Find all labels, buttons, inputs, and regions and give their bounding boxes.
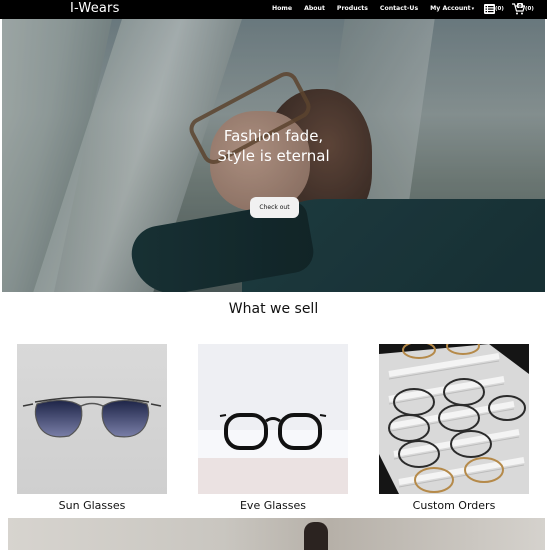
cart-badge: 0: [518, 3, 521, 9]
cart-icon: 0: [512, 3, 525, 15]
product-card-custom-orders[interactable]: Custom Orders: [379, 344, 529, 512]
banner-glasses-frame: [304, 522, 328, 550]
nav-about[interactable]: About: [304, 4, 325, 14]
nav-products[interactable]: Products: [337, 4, 368, 14]
caret-down-icon: ▾: [471, 6, 475, 12]
nav-contact[interactable]: Contact-Us: [380, 4, 418, 14]
hero-title-line1: Fashion fade,: [223, 127, 324, 145]
nav-my-account[interactable]: My Account▾: [430, 4, 474, 14]
hero-title: Fashion fade, Style is eternal: [2, 126, 545, 166]
navbar: I-Wears Home About Products Contact-Us M…: [0, 0, 547, 19]
card-title[interactable]: Sun Glasses: [17, 498, 167, 514]
list-icon: [484, 4, 495, 14]
custom-orders-image[interactable]: [379, 344, 529, 494]
section-title: What we sell: [228, 301, 319, 317]
card-title[interactable]: Eve Glasses: [198, 498, 348, 514]
eve-glasses-image[interactable]: [198, 344, 348, 494]
hero-title-line2: Style is eternal: [217, 147, 330, 165]
list-count: (0): [495, 6, 504, 12]
sun-glasses-image[interactable]: [17, 344, 167, 494]
cart-count: (0): [525, 6, 534, 12]
nav-home[interactable]: Home: [272, 4, 292, 14]
product-card-eve-glasses[interactable]: Eve Glasses: [198, 344, 348, 512]
brand-logo[interactable]: I-Wears: [70, 1, 120, 17]
list-button[interactable]: (0): [484, 2, 504, 16]
check-out-button[interactable]: Check out: [250, 197, 299, 218]
next-banner-preview: [8, 518, 545, 550]
cart-button[interactable]: 0 (0): [512, 2, 534, 16]
my-account-label: My Account: [430, 5, 471, 12]
hero-banner: Fashion fade, Style is eternal Check out: [2, 19, 545, 292]
nav-links: Home About Products Contact-Us My Accoun…: [272, 4, 486, 14]
card-title[interactable]: Custom Orders: [379, 498, 529, 514]
product-card-sun-glasses[interactable]: Sun Glasses: [17, 344, 167, 512]
